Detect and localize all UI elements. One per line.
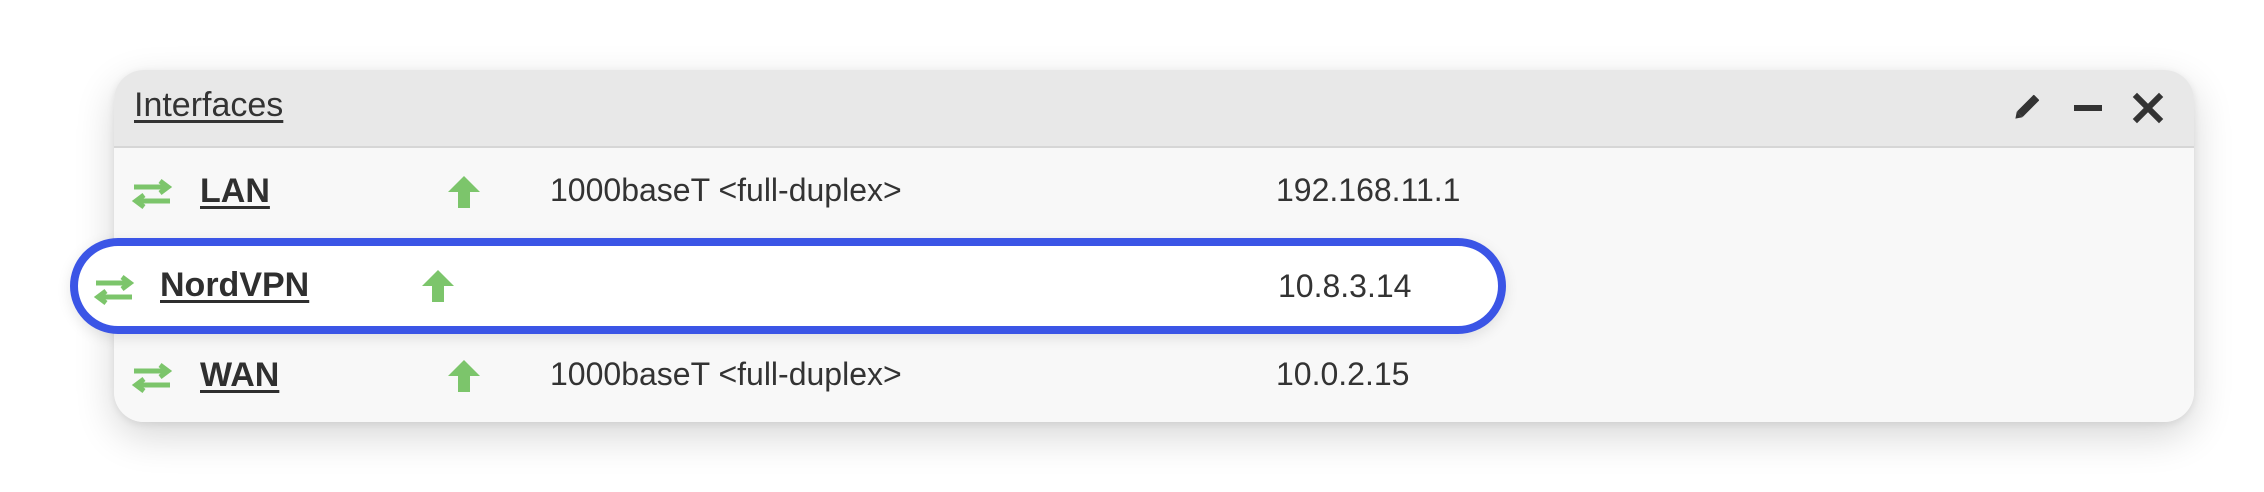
interface-name[interactable]: LAN xyxy=(200,172,270,211)
interface-media: 1000baseT <full-duplex> xyxy=(550,356,902,392)
interface-ip: 192.168.11.1 xyxy=(1276,172,1461,208)
pencil-icon[interactable] xyxy=(2008,90,2044,126)
interface-row-nordvpn: NordVPN 10.8.3.14 xyxy=(70,238,1506,334)
close-icon[interactable] xyxy=(2130,90,2166,126)
interface-name[interactable]: NordVPN xyxy=(160,266,309,305)
status-up-arrow-icon xyxy=(444,356,484,396)
interface-ip: 10.0.2.15 xyxy=(1276,356,1410,392)
interface-name[interactable]: WAN xyxy=(200,356,279,395)
interface-row-lan: LAN 1000baseT <full-duplex> 192.168.11.1 xyxy=(114,148,2194,242)
swap-arrows-icon xyxy=(130,176,174,212)
swap-arrows-icon xyxy=(130,360,174,396)
minus-icon[interactable] xyxy=(2070,90,2106,126)
swap-arrows-icon xyxy=(92,272,136,308)
status-up-arrow-icon xyxy=(444,172,484,212)
widget-title[interactable]: Interfaces xyxy=(134,86,283,125)
widget-header: Interfaces xyxy=(114,70,2194,148)
stage: Interfaces LAN 1000baseT <full-duplex> 1… xyxy=(0,0,2264,492)
interface-ip: 10.8.3.14 xyxy=(1278,268,1412,304)
status-up-arrow-icon xyxy=(418,266,458,306)
interface-media: 1000baseT <full-duplex> xyxy=(550,172,902,208)
interface-row-wan: WAN 1000baseT <full-duplex> 10.0.2.15 xyxy=(114,332,2194,422)
